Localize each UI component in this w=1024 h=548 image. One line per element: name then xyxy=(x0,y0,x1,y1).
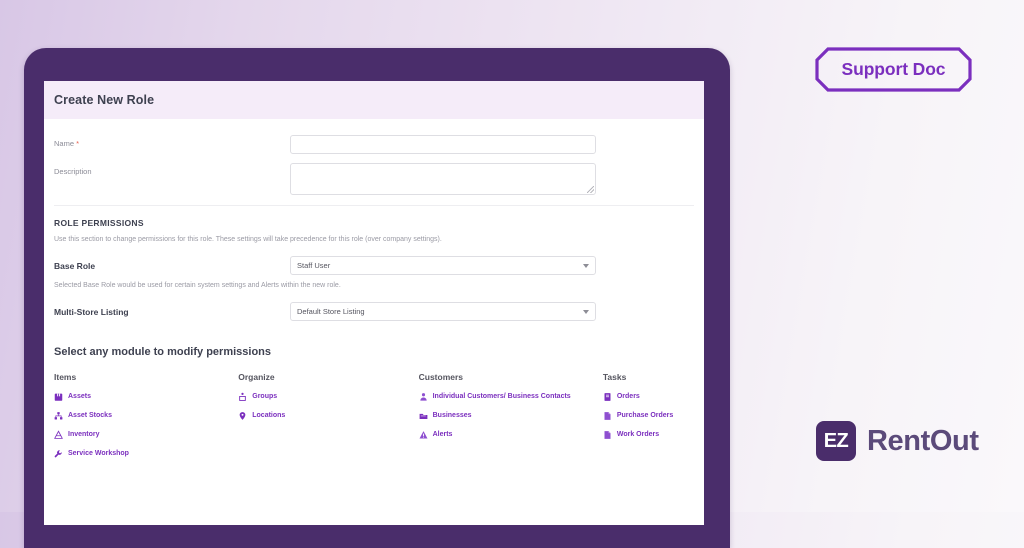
base-role-value: Staff User xyxy=(297,261,331,270)
module-link-asset-stocks[interactable]: Asset Stocks xyxy=(54,411,238,421)
multi-store-label: Multi-Store Listing xyxy=(54,306,129,317)
base-role-select[interactable]: Staff User xyxy=(290,256,596,275)
groups-icon xyxy=(239,392,247,401)
inventory-icon xyxy=(54,430,63,440)
base-role-label: Base Role xyxy=(54,260,96,271)
module-link-orders[interactable]: Orders xyxy=(603,392,694,402)
module-label: Alerts xyxy=(432,431,453,439)
module-label: Orders xyxy=(616,393,640,400)
module-link-businesses[interactable]: Businesses xyxy=(419,411,603,421)
app-screen: Create New Role Name * Description ROLE … xyxy=(44,81,704,525)
module-link-groups[interactable]: Groups xyxy=(238,392,418,402)
page-title: Create New Role xyxy=(54,93,155,107)
service-workshop-icon xyxy=(54,450,62,458)
module-column-tasks: Tasks Orders Purchase Orders Work Orders xyxy=(603,372,694,469)
module-column-organize: Organize Groups Locations xyxy=(238,372,418,469)
description-label: Description xyxy=(54,167,92,176)
module-label: Work Orders xyxy=(616,431,660,439)
ezrentout-logo: EZ RentOut xyxy=(816,421,979,461)
multi-store-value: Default Store Listing xyxy=(297,307,365,316)
module-column-items: Items Assets Asset Stocks Inventory Serv… xyxy=(54,372,238,469)
support-doc-label: Support Doc xyxy=(841,59,946,79)
logo-mark: EZ xyxy=(816,421,856,461)
module-link-locations[interactable]: Locations xyxy=(238,411,418,421)
module-link-alerts[interactable]: Alerts xyxy=(419,430,603,440)
device-frame: Create New Role Name * Description ROLE … xyxy=(24,48,730,548)
name-label-text: Name xyxy=(54,139,75,148)
module-link-assets[interactable]: Assets xyxy=(54,392,238,402)
modules-section: Select any module to modify permissions … xyxy=(44,328,704,469)
multi-store-row: Multi-Store Listing Default Store Listin… xyxy=(54,302,694,321)
resize-grip-icon[interactable] xyxy=(587,186,594,193)
logo-wordmark: RentOut xyxy=(867,424,979,457)
orders-icon xyxy=(604,393,611,401)
module-label: Asset Stocks xyxy=(68,412,112,420)
base-role-row: Base Role Staff User xyxy=(54,256,694,275)
alerts-icon xyxy=(419,431,428,439)
description-textarea[interactable] xyxy=(290,163,596,195)
column-heading-items: Items xyxy=(54,372,77,382)
module-label: Groups xyxy=(252,393,278,400)
modules-columns: Items Assets Asset Stocks Inventory Serv… xyxy=(54,372,694,469)
name-input[interactable] xyxy=(290,135,596,154)
businesses-icon xyxy=(419,414,428,420)
support-doc-badge: Support Doc xyxy=(815,47,972,92)
module-link-inventory[interactable]: Inventory xyxy=(54,430,238,440)
column-heading-customers: Customers xyxy=(418,372,464,382)
individual-customers-icon xyxy=(419,393,427,401)
module-label: Assets xyxy=(68,393,91,400)
module-label: Businesses xyxy=(432,412,472,420)
assets-icon xyxy=(54,393,63,401)
module-link-service-workshop[interactable]: Service Workshop xyxy=(54,449,238,459)
module-link-work-orders[interactable]: Work Orders xyxy=(603,430,694,440)
module-column-customers: Customers Individual Customers/ Business… xyxy=(419,372,603,469)
logo-mark-text: EZ xyxy=(823,429,849,452)
name-label: Name * xyxy=(54,135,290,148)
multi-store-select[interactable]: Default Store Listing xyxy=(290,302,596,321)
work-orders-icon xyxy=(604,431,611,440)
module-label: Individual Customers/ Business Contacts xyxy=(432,393,571,400)
module-label: Locations xyxy=(252,412,286,420)
module-link-purchase-orders[interactable]: Purchase Orders xyxy=(603,411,694,421)
purchase-orders-icon xyxy=(604,412,611,420)
modules-heading: Select any module to modify permissions xyxy=(54,346,271,358)
role-permissions-helper: Use this section to change permissions f… xyxy=(54,236,442,243)
form-row-name: Name * xyxy=(54,135,694,154)
module-label: Purchase Orders xyxy=(616,412,674,420)
form-row-description: Description xyxy=(54,163,694,195)
card-header: Create New Role xyxy=(44,81,704,119)
chevron-down-icon xyxy=(583,309,589,314)
role-form: Name * Description xyxy=(44,119,704,195)
role-permissions-section: ROLE PERMISSIONS Use this section to cha… xyxy=(44,206,704,321)
required-asterisk: * xyxy=(74,139,80,148)
role-permissions-heading: ROLE PERMISSIONS xyxy=(54,218,144,228)
locations-icon xyxy=(239,412,246,421)
module-label: Inventory xyxy=(68,431,100,439)
chevron-down-icon xyxy=(583,263,589,268)
base-role-note: Selected Base Role would be used for cer… xyxy=(54,282,341,289)
column-heading-tasks: Tasks xyxy=(602,372,627,382)
column-heading-organize: Organize xyxy=(238,372,275,382)
module-label: Service Workshop xyxy=(68,450,129,458)
asset-stocks-icon xyxy=(54,412,63,420)
module-link-individual-customers[interactable]: Individual Customers/ Business Contacts xyxy=(419,392,603,402)
